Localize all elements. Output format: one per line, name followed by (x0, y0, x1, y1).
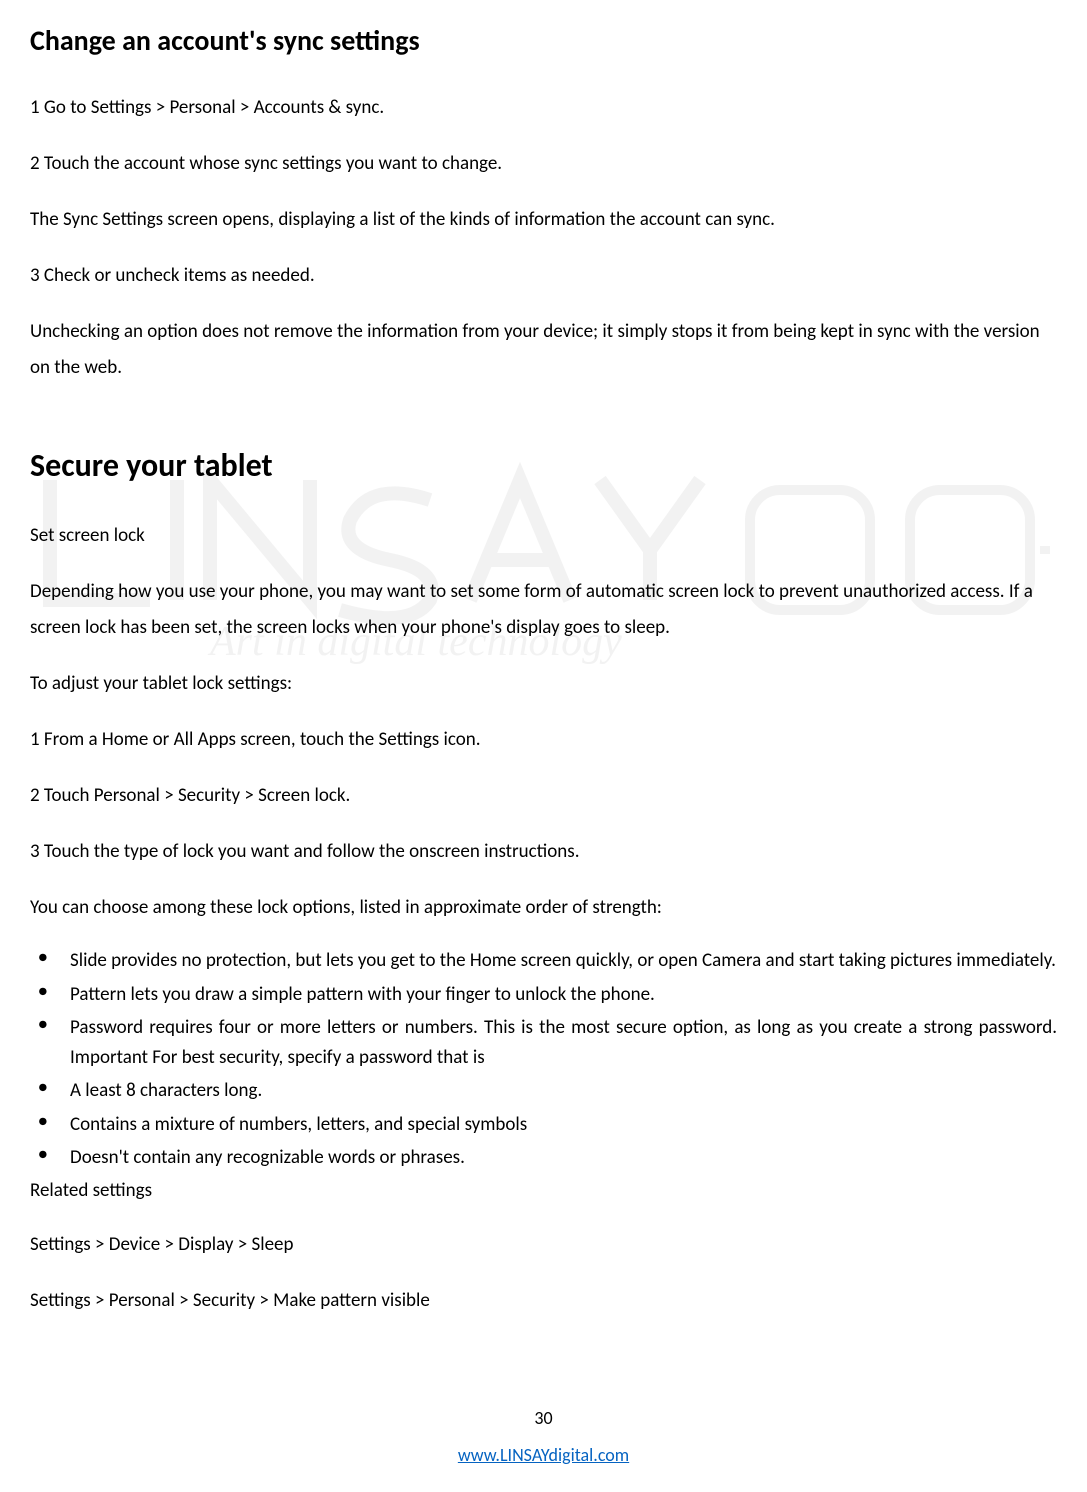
section2-p5: 2 Touch Personal > Security > Screen loc… (30, 778, 1057, 814)
section2-p4: 1 From a Home or All Apps screen, touch … (30, 722, 1057, 758)
section1-p3: The Sync Settings screen opens, displayi… (30, 202, 1057, 238)
footer-link[interactable]: www.LINSAYdigital.com (458, 1444, 629, 1466)
section1-p5: Unchecking an option does not remove the… (30, 314, 1057, 386)
page-number: 30 (0, 1405, 1087, 1432)
section2-p3: To adjust your tablet lock settings: (30, 666, 1057, 702)
lock-options-list: Slide provides no protection, but lets y… (30, 946, 1057, 1172)
section2-p1: Set screen lock (30, 518, 1057, 554)
section1-p2: 2 Touch the account whose sync settings … (30, 146, 1057, 182)
section2-p10: Settings > Personal > Security > Make pa… (30, 1283, 1057, 1319)
section2-p6: 3 Touch the type of lock you want and fo… (30, 834, 1057, 870)
section1-p4: 3 Check or uncheck items as needed. (30, 258, 1057, 294)
document-content: Change an account's sync settings 1 Go t… (30, 20, 1057, 1319)
section2-p2: Depending how you use your phone, you ma… (30, 574, 1057, 646)
list-item: Password requires four or more letters o… (30, 1013, 1057, 1072)
list-item: Pattern lets you draw a simple pattern w… (30, 980, 1057, 1009)
list-item: Slide provides no protection, but lets y… (30, 946, 1057, 975)
list-item: A least 8 characters long. (30, 1076, 1057, 1105)
section2-p8: Related settings (30, 1176, 1057, 1206)
footer-link-container: www.LINSAYdigital.com (0, 1442, 1087, 1471)
list-item: Doesn't contain any recognizable words o… (30, 1143, 1057, 1172)
list-item: Contains a mixture of numbers, letters, … (30, 1110, 1057, 1139)
section2-p9: Settings > Device > Display > Sleep (30, 1227, 1057, 1263)
section1-heading: Change an account's sync settings (30, 20, 1057, 62)
section2-p7: You can choose among these lock options,… (30, 890, 1057, 926)
section1-p1: 1 Go to Settings > Personal > Accounts &… (30, 90, 1057, 126)
section2-heading: Secure your tablet (30, 442, 1057, 490)
